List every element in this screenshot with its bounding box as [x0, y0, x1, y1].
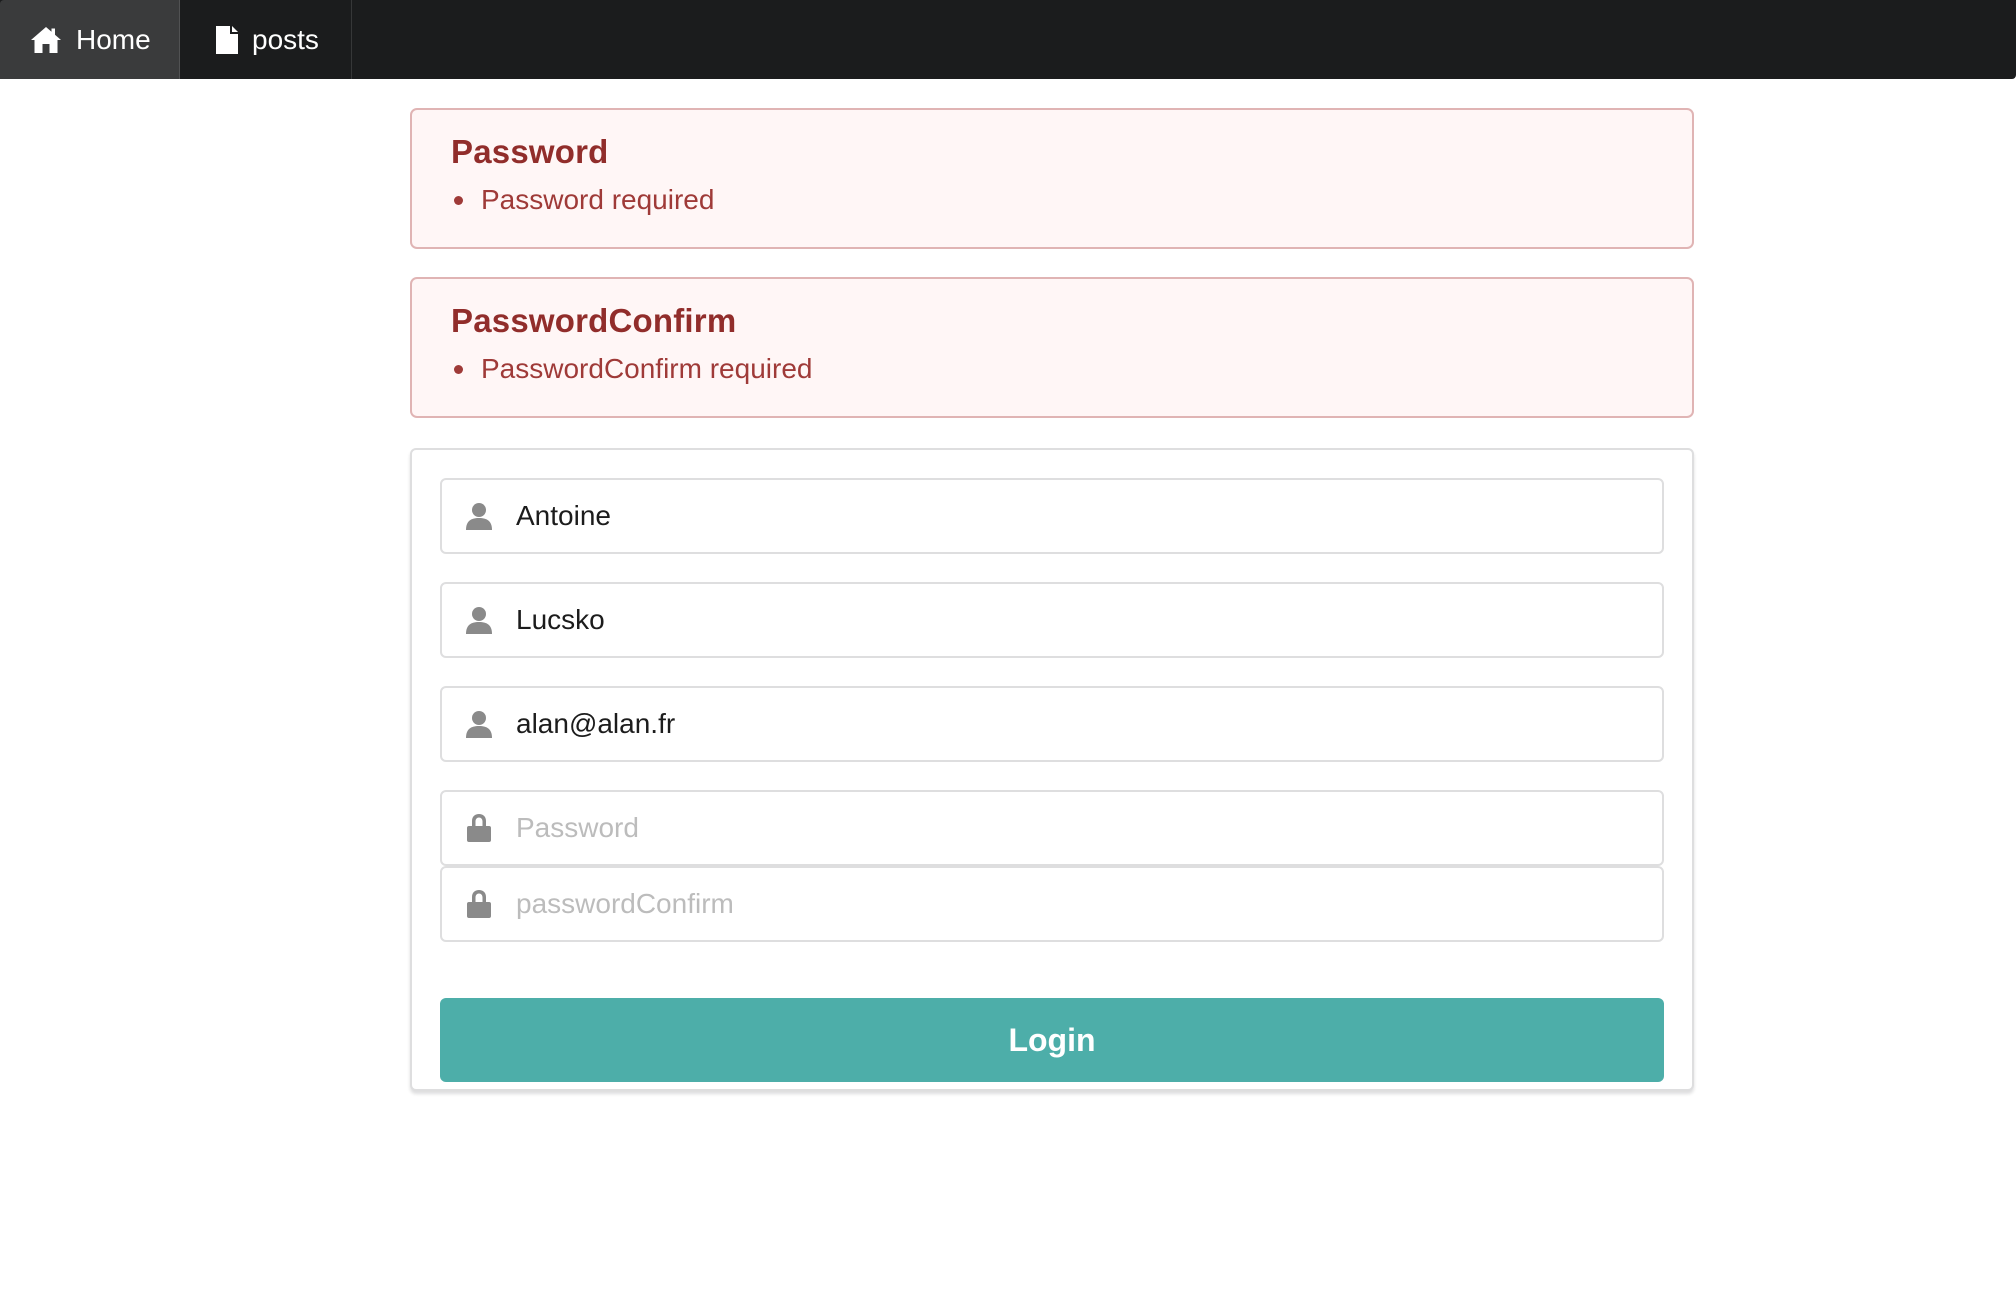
- password-input[interactable]: [516, 798, 1616, 858]
- bullet-icon: [454, 195, 463, 205]
- lastname-field: [440, 582, 1664, 658]
- login-button[interactable]: Login: [440, 998, 1664, 1082]
- nav-item-home[interactable]: Home: [0, 0, 180, 79]
- error-title: Password: [451, 133, 609, 170]
- nav-item-label: posts: [252, 23, 319, 55]
- error-title: PasswordConfirm: [451, 302, 737, 339]
- password-confirm-input[interactable]: [516, 874, 1616, 934]
- main-container: Password Password required PasswordConfi…: [410, 108, 1694, 1091]
- error-list: PasswordConfirm required: [451, 351, 1653, 387]
- error-message-password-confirm: PasswordConfirm PasswordConfirm required: [410, 277, 1694, 418]
- password-confirm-field: [440, 866, 1664, 942]
- error-message-password: Password Password required: [410, 108, 1694, 249]
- user-icon: [442, 502, 516, 530]
- user-icon: [442, 710, 516, 738]
- email-field: [440, 686, 1664, 762]
- error-list: Password required: [451, 182, 1653, 218]
- register-form: Login: [410, 448, 1694, 1091]
- bullet-icon: [454, 364, 463, 374]
- file-icon: [216, 25, 238, 54]
- firstname-input[interactable]: [516, 486, 1616, 546]
- lock-icon: [442, 889, 516, 919]
- lastname-input[interactable]: [516, 590, 1616, 650]
- firstname-field: [440, 478, 1664, 554]
- email-input[interactable]: [516, 694, 1616, 754]
- nav-item-label: Home: [76, 23, 151, 55]
- error-item: Password required: [451, 182, 1653, 218]
- user-icon: [442, 606, 516, 634]
- error-item-text: Password required: [481, 184, 715, 215]
- password-field: [440, 790, 1664, 866]
- home-icon: [30, 26, 62, 54]
- lock-icon: [442, 813, 516, 843]
- top-navbar: Home posts: [0, 0, 2016, 79]
- error-item: PasswordConfirm required: [451, 351, 1653, 387]
- nav-item-posts[interactable]: posts: [180, 0, 352, 79]
- error-item-text: PasswordConfirm required: [481, 353, 813, 384]
